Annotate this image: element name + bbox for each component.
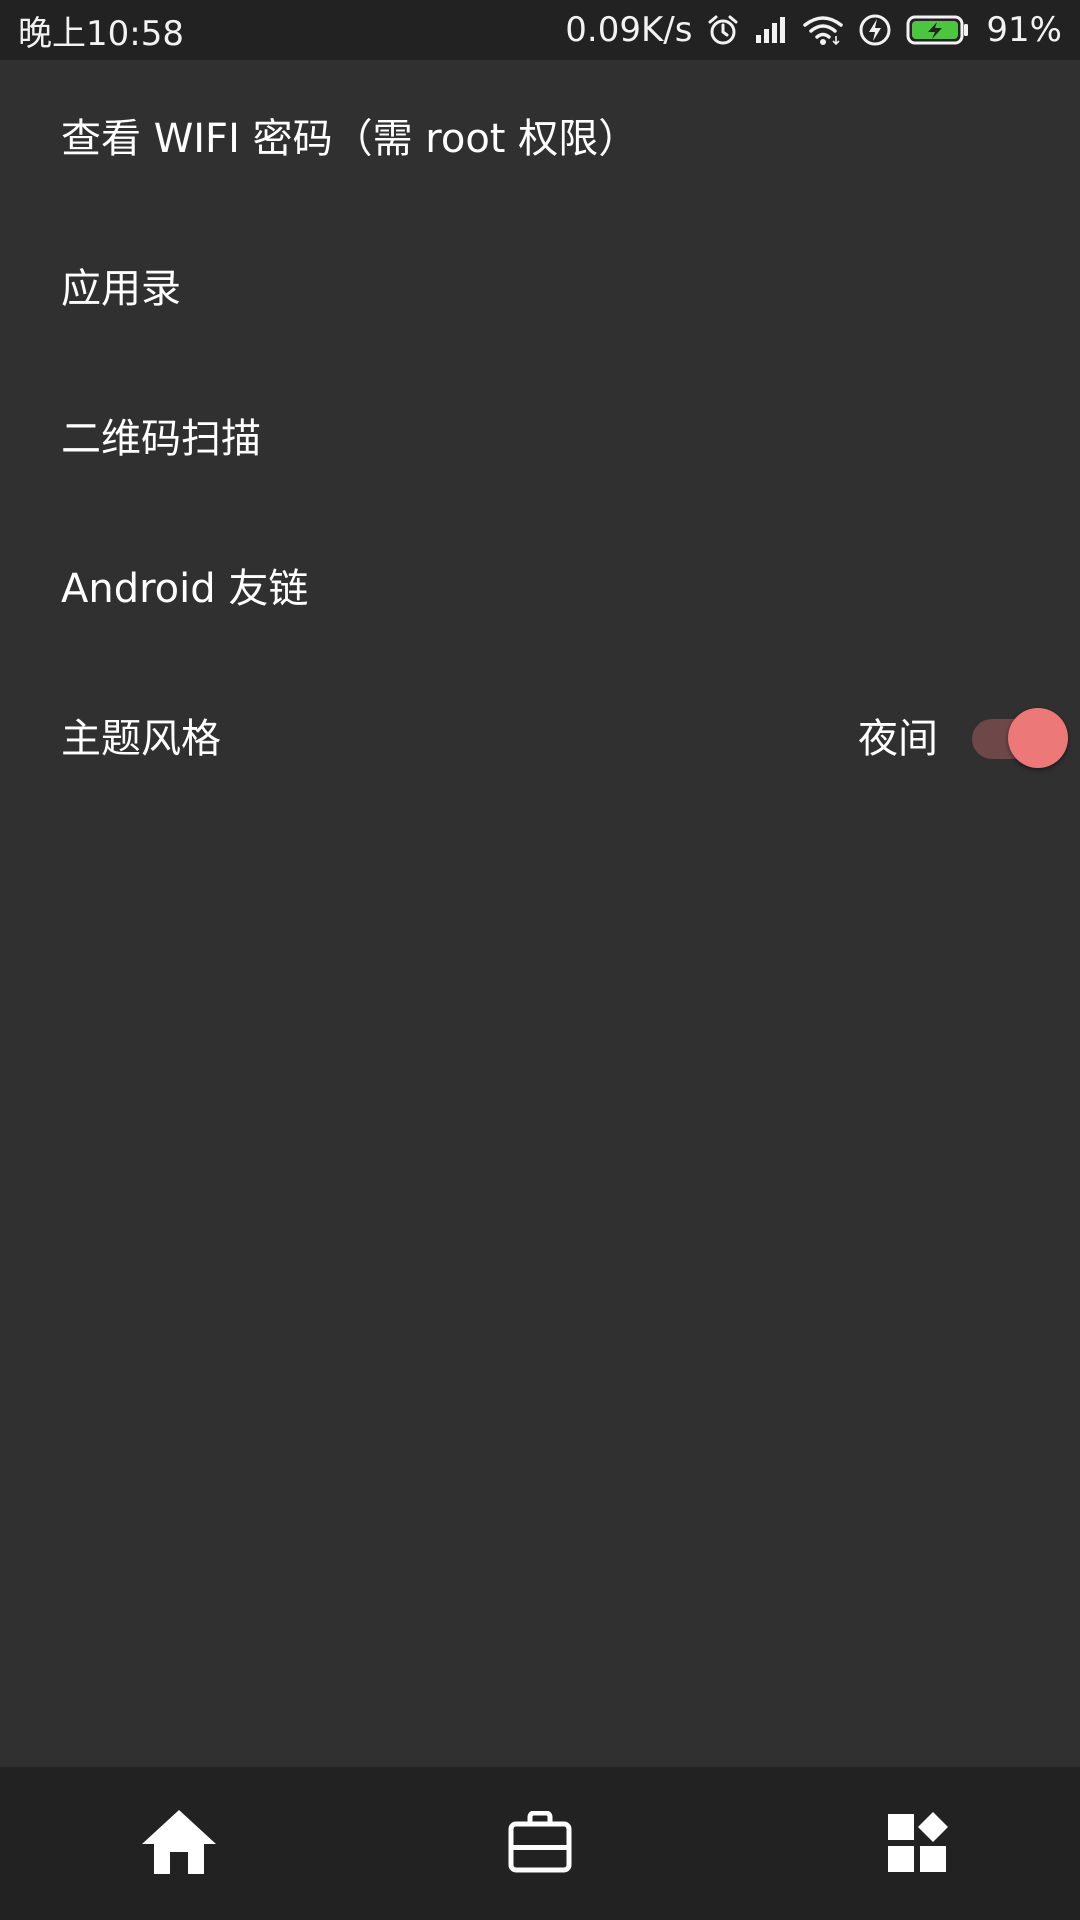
settings-list: 查看 WIFI 密码（需 root 权限） 应用录 二维码扫描 Android … bbox=[0, 60, 1080, 810]
settings-item-label: Android 友链 bbox=[61, 566, 309, 612]
alarm-icon bbox=[706, 13, 740, 47]
toggle-thumb bbox=[1008, 708, 1068, 768]
nav-more[interactable] bbox=[720, 1767, 1080, 1920]
theme-toggle-switch[interactable] bbox=[972, 705, 1068, 768]
settings-item-app-list[interactable]: 应用录 bbox=[0, 210, 1080, 360]
battery-icon bbox=[906, 13, 970, 47]
settings-item-theme[interactable]: 主题风格 夜间 bbox=[0, 660, 1080, 810]
settings-item-label: 二维码扫描 bbox=[61, 416, 261, 462]
nav-home[interactable] bbox=[0, 1767, 360, 1920]
nav-tools[interactable] bbox=[360, 1767, 720, 1920]
home-icon bbox=[140, 1808, 218, 1880]
settings-item-label: 应用录 bbox=[61, 266, 181, 312]
settings-item-wifi-password[interactable]: 查看 WIFI 密码（需 root 权限） bbox=[0, 60, 1080, 210]
status-bar: 晚上10:58 0.09K/s 91% bbox=[0, 0, 1080, 60]
bottom-navigation bbox=[0, 1767, 1080, 1920]
theme-value: 夜间 bbox=[858, 716, 938, 762]
settings-item-label: 主题风格 bbox=[61, 716, 221, 762]
settings-item-label: 查看 WIFI 密码（需 root 权限） bbox=[61, 116, 639, 162]
network-speed: 0.09K/s bbox=[565, 10, 693, 50]
charging-icon bbox=[858, 13, 892, 47]
widgets-icon bbox=[886, 1810, 952, 1878]
wifi-icon bbox=[802, 14, 844, 46]
settings-item-android-links[interactable]: Android 友链 bbox=[0, 510, 1080, 660]
battery-percent: 91% bbox=[986, 10, 1062, 50]
signal-icon bbox=[754, 15, 788, 45]
settings-item-qr-scan[interactable]: 二维码扫描 bbox=[0, 360, 1080, 510]
briefcase-icon bbox=[508, 1810, 572, 1877]
status-time: 晚上10:58 bbox=[18, 13, 184, 54]
